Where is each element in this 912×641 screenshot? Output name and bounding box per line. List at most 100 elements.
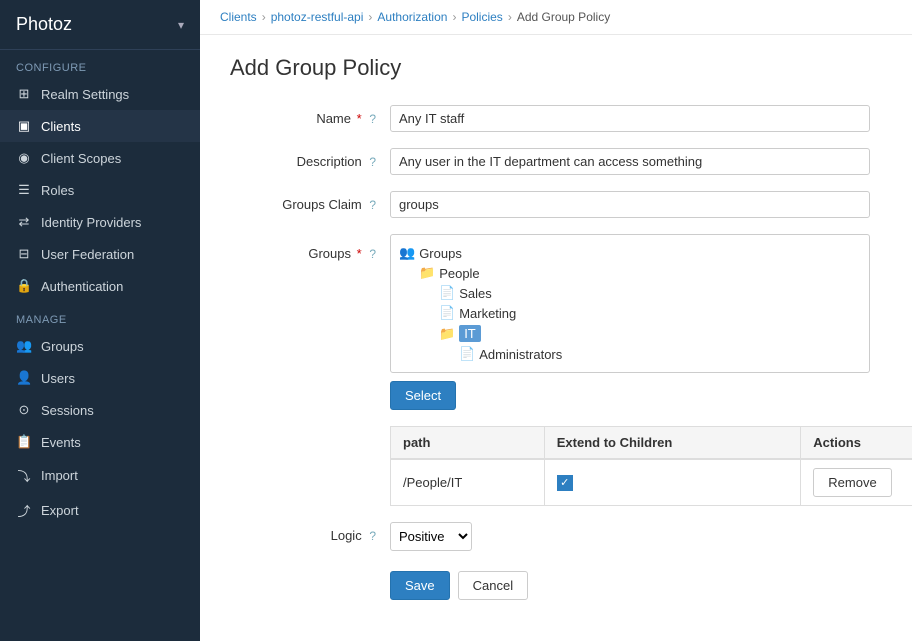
breadcrumb-sep-4: › <box>508 10 512 24</box>
breadcrumb-sep-1: › <box>262 10 266 24</box>
description-input[interactable] <box>390 148 870 175</box>
select-button[interactable]: Select <box>390 381 456 410</box>
tree-node-groups[interactable]: 👥 Groups <box>399 243 861 263</box>
sidebar-item-label: Identity Providers <box>41 215 141 230</box>
page-content-area: Add Group Policy Name * ? Description ? … <box>200 35 912 620</box>
breadcrumb-policies[interactable]: Policies <box>461 10 502 24</box>
sidebar-item-identity-providers[interactable]: ⇄ Identity Providers <box>0 206 200 238</box>
sidebar-item-groups[interactable]: 👥 Groups <box>0 330 200 362</box>
authentication-icon: 🔒 <box>16 278 32 294</box>
groups-claim-form-group: Groups Claim ? <box>230 191 882 218</box>
app-header[interactable]: Photoz ▾ <box>0 0 200 50</box>
name-help-icon[interactable]: ? <box>369 112 376 126</box>
sidebar-item-label: Events <box>41 435 81 450</box>
tree-node-administrators[interactable]: 📄 Administrators <box>459 344 861 364</box>
sidebar-item-realm-settings[interactable]: ⊞ Realm Settings <box>0 78 200 110</box>
groups-claim-label: Groups Claim ? <box>230 191 390 212</box>
tree-children-people: 📄 Sales 📄 Marketing 📁 IT <box>419 283 861 364</box>
sidebar-item-roles[interactable]: ☰ Roles <box>0 174 200 206</box>
extend-children-checkbox[interactable]: ✓ <box>557 475 573 491</box>
cell-path: /People/IT <box>391 459 545 506</box>
select-button-container: Select <box>390 381 912 410</box>
logic-label: Logic ? <box>230 522 390 543</box>
client-scopes-icon: ◉ <box>16 150 32 166</box>
logic-form-group: Logic ? Positive Negative <box>230 522 882 551</box>
sidebar-item-label: Groups <box>41 339 84 354</box>
breadcrumb: Clients › photoz-restful-api › Authoriza… <box>200 0 912 35</box>
sidebar-item-import[interactable]: ⤵ Import <box>0 458 200 493</box>
sidebar-item-label: User Federation <box>41 247 134 262</box>
manage-section-title: Manage <box>0 302 200 330</box>
action-buttons: Save Cancel <box>230 571 882 600</box>
breadcrumb-current: Add Group Policy <box>517 10 610 24</box>
breadcrumb-authorization[interactable]: Authorization <box>377 10 447 24</box>
sidebar-item-clients[interactable]: ▣ Clients <box>0 110 200 142</box>
sidebar-item-client-scopes[interactable]: ◉ Client Scopes <box>0 142 200 174</box>
sidebar-item-export[interactable]: ⤴ Export <box>0 493 200 528</box>
name-label: Name * ? <box>230 105 390 126</box>
cancel-button[interactable]: Cancel <box>458 571 528 600</box>
groups-required: * <box>357 246 362 261</box>
groups-help-icon[interactable]: ? <box>369 247 376 261</box>
groups-table: path Extend to Children Actions /People/… <box>390 426 912 506</box>
user-federation-icon: ⊟ <box>16 246 32 262</box>
main-content: Clients › photoz-restful-api › Authoriza… <box>200 0 912 641</box>
breadcrumb-sep-2: › <box>368 10 372 24</box>
save-button[interactable]: Save <box>390 571 450 600</box>
breadcrumb-photoz-restful-api[interactable]: photoz-restful-api <box>271 10 364 24</box>
remove-button[interactable]: Remove <box>813 468 891 497</box>
tree-node-sales[interactable]: 📄 Sales <box>439 283 861 303</box>
groups-table-container: path Extend to Children Actions /People/… <box>390 426 912 506</box>
users-icon: 👤 <box>16 370 32 386</box>
logic-help-icon[interactable]: ? <box>369 529 376 543</box>
groups-label: Groups * ? <box>230 240 390 261</box>
people-folder-icon: 📁 <box>419 265 435 281</box>
description-help-icon[interactable]: ? <box>369 155 376 169</box>
breadcrumb-clients[interactable]: Clients <box>220 10 257 24</box>
app-title: Photoz <box>16 14 72 35</box>
col-path: path <box>391 427 545 460</box>
description-form-group: Description ? <box>230 148 882 175</box>
groups-claim-help-icon[interactable]: ? <box>369 198 376 212</box>
tree-children-root: 📁 People 📄 Sales 📄 Marketing <box>399 263 861 364</box>
groups-tree: 👥 Groups 📁 People 📄 Sales <box>390 234 870 373</box>
sidebar-item-users[interactable]: 👤 Users <box>0 362 200 394</box>
sidebar: Photoz ▾ Configure ⊞ Realm Settings ▣ Cl… <box>0 0 200 641</box>
groups-root-icon: 👥 <box>399 245 415 261</box>
roles-icon: ☰ <box>16 182 32 198</box>
name-form-group: Name * ? <box>230 105 882 132</box>
tree-it-label: IT <box>459 325 481 342</box>
sidebar-item-events[interactable]: 📋 Events <box>0 426 200 458</box>
sidebar-item-label: Clients <box>41 119 81 134</box>
logic-select[interactable]: Positive Negative <box>390 522 472 551</box>
tree-node-people[interactable]: 📁 People <box>419 263 861 283</box>
clients-icon: ▣ <box>16 118 32 134</box>
identity-providers-icon: ⇄ <box>16 214 32 230</box>
sales-icon: 📄 <box>439 285 455 301</box>
sidebar-item-label: Authentication <box>41 279 123 294</box>
col-extend: Extend to Children <box>544 427 801 460</box>
sidebar-item-user-federation[interactable]: ⊟ User Federation <box>0 238 200 270</box>
sidebar-item-label: Roles <box>41 183 74 198</box>
sidebar-item-label: Export <box>41 503 79 518</box>
sidebar-item-sessions[interactable]: ⊙ Sessions <box>0 394 200 426</box>
table-header-row: path Extend to Children Actions <box>391 427 912 460</box>
name-input[interactable] <box>390 105 870 132</box>
sidebar-item-label: Sessions <box>41 403 94 418</box>
cell-extend[interactable]: ✓ <box>544 459 801 506</box>
groups-claim-input[interactable] <box>390 191 870 218</box>
groups-form-group: Groups * ? 👥 Groups 📁 People <box>230 234 882 506</box>
sidebar-item-authentication[interactable]: 🔒 Authentication <box>0 270 200 302</box>
col-actions: Actions <box>801 427 912 460</box>
page-title: Add Group Policy <box>230 55 882 81</box>
tree-node-marketing[interactable]: 📄 Marketing <box>439 303 861 323</box>
app-chevron[interactable]: ▾ <box>178 18 184 32</box>
sidebar-item-label: Realm Settings <box>41 87 129 102</box>
realm-settings-icon: ⊞ <box>16 86 32 102</box>
name-required: * <box>357 111 362 126</box>
groups-icon: 👥 <box>16 338 32 354</box>
tree-sales-label: Sales <box>459 286 492 301</box>
tree-node-it[interactable]: 📁 IT <box>439 323 861 344</box>
groups-tree-container: 👥 Groups 📁 People 📄 Sales <box>390 234 912 506</box>
tree-root-label: Groups <box>419 246 462 261</box>
